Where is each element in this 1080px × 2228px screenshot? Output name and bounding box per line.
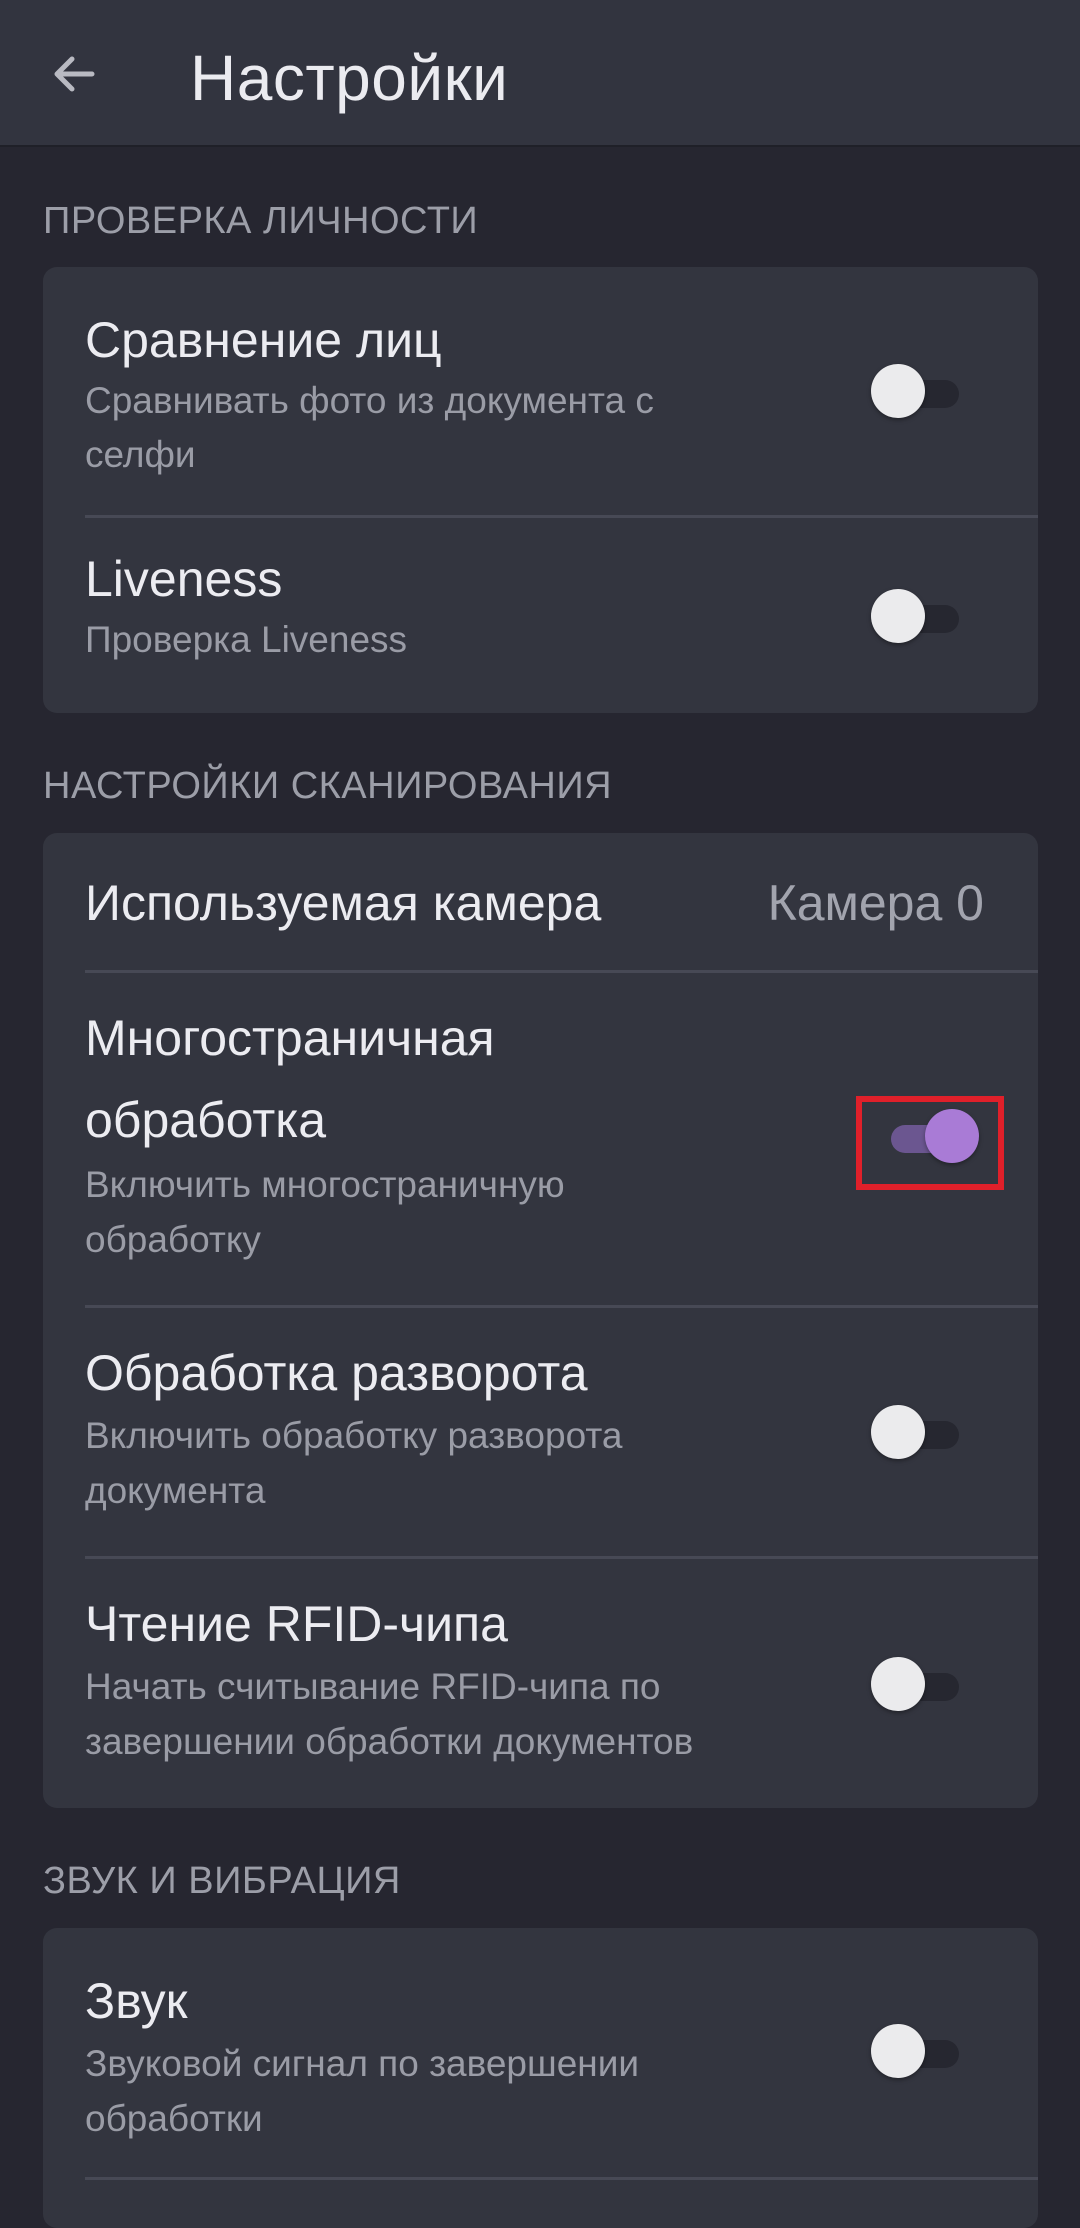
rfid-toggle[interactable] [871, 1657, 961, 1717]
toggle-thumb [871, 1657, 925, 1711]
card-sound: Звук Звуковой сигнал по завершении обраб… [43, 1928, 1038, 2228]
setting-subtitle: Проверка Liveness [85, 619, 408, 660]
setting-title: Чтение RFID-чипа [85, 1596, 508, 1652]
page-title: Настройки [190, 42, 509, 114]
card-identity: Сравнение лиц Сравнивать фото из докумен… [43, 267, 1038, 713]
highlight-box [856, 1096, 1004, 1190]
setting-title: Многостраничная [85, 1010, 495, 1066]
toggle-thumb [871, 364, 925, 418]
setting-title: Обработка разворота [85, 1345, 588, 1401]
back-button[interactable] [38, 38, 110, 110]
setting-subtitle: обработки [85, 2098, 263, 2139]
liveness-toggle[interactable] [871, 589, 961, 649]
toggle-thumb [871, 2024, 925, 2078]
setting-title: Используемая камера [85, 875, 602, 931]
spread-toggle[interactable] [871, 1405, 961, 1465]
setting-sound[interactable]: Звук Звуковой сигнал по завершении обраб… [43, 1928, 1038, 2180]
section-header-identity: ПРОВЕРКА ЛИЧНОСТИ [43, 200, 479, 242]
setting-face-compare[interactable]: Сравнение лиц Сравнивать фото из докумен… [43, 267, 1038, 518]
setting-title: Звук [85, 1973, 188, 2029]
setting-subtitle: документа [85, 1470, 266, 1511]
setting-spread[interactable]: Обработка разворота Включить обработку р… [43, 1308, 1038, 1559]
setting-title: обработка [85, 1092, 327, 1148]
face-compare-toggle[interactable] [871, 364, 961, 424]
setting-title: Сравнение лиц [85, 312, 442, 368]
sound-toggle[interactable] [871, 2024, 961, 2084]
setting-title: Liveness [85, 551, 283, 607]
section-header-sound: ЗВУК И ВИБРАЦИЯ [43, 1860, 401, 1902]
card-scanning: Используемая камера Камера 0 Многострани… [43, 833, 1038, 1808]
setting-camera[interactable]: Используемая камера Камера 0 [43, 833, 1038, 973]
setting-subtitle: Включить многостраничную [85, 1164, 565, 1205]
setting-subtitle: завершении обработки документов [85, 1721, 694, 1762]
setting-subtitle: обработку [85, 1219, 261, 1260]
section-header-scanning: НАСТРОЙКИ СКАНИРОВАНИЯ [43, 765, 613, 807]
setting-rfid[interactable]: Чтение RFID-чипа Начать считывание RFID-… [43, 1559, 1038, 1808]
setting-subtitle: Сравнивать фото из документа с [85, 380, 654, 421]
divider [85, 2177, 1038, 2180]
setting-subtitle: Начать считывание RFID-чипа по [85, 1666, 661, 1707]
setting-liveness[interactable]: Liveness Проверка Liveness [43, 518, 1038, 713]
arrow-back-icon [54, 56, 95, 92]
setting-subtitle: Звуковой сигнал по завершении [85, 2043, 640, 2084]
camera-value: Камера 0 [767, 875, 984, 931]
app-bar: Настройки [0, 0, 1080, 147]
toggle-thumb [871, 589, 925, 643]
setting-subtitle: Включить обработку разворота [85, 1415, 623, 1456]
toggle-thumb [871, 1405, 925, 1459]
setting-subtitle: селфи [85, 434, 196, 475]
